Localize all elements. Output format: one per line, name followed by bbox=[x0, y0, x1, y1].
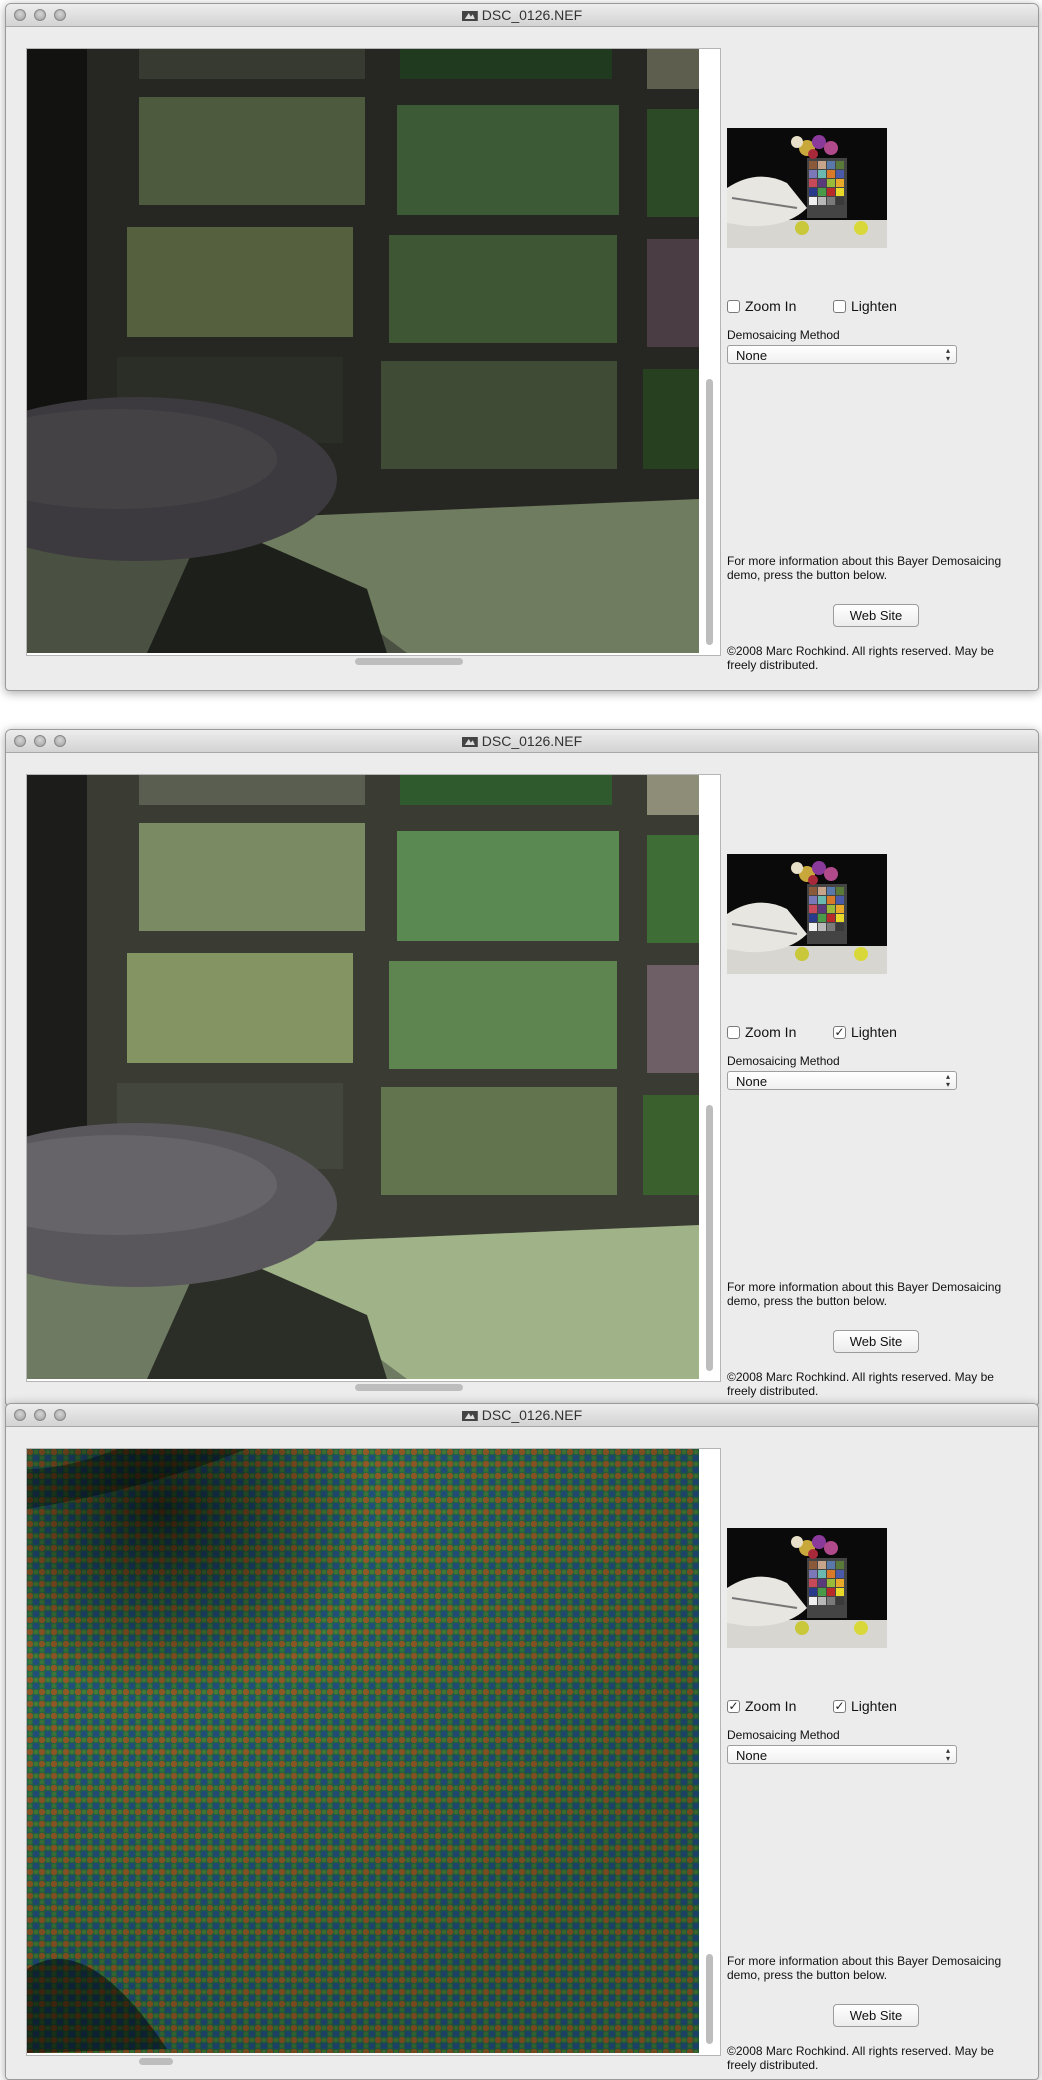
image-file-icon bbox=[461, 737, 478, 747]
zoom-in-label: Zoom In bbox=[745, 298, 797, 314]
image-thumbnail[interactable] bbox=[727, 854, 887, 974]
horizontal-scrollbar[interactable] bbox=[355, 658, 463, 665]
close-button[interactable] bbox=[14, 1409, 26, 1421]
copyright-text: ©2008 Marc Rochkind. All rights reserved… bbox=[727, 644, 994, 672]
zoom-in-label: Zoom In bbox=[745, 1698, 797, 1714]
copyright-text: ©2008 Marc Rochkind. All rights reserved… bbox=[727, 2044, 994, 2072]
zoom-in-checkbox[interactable]: ✓ Zoom In bbox=[727, 1698, 796, 1714]
minimize-button[interactable] bbox=[34, 735, 46, 747]
window-controls bbox=[14, 735, 66, 747]
window-title: DSC_0126.NEF bbox=[481, 1407, 583, 1423]
zoom-button[interactable] bbox=[54, 9, 66, 21]
raw-image bbox=[27, 775, 699, 1379]
info-text: For more information about this Bayer De… bbox=[727, 1280, 1002, 1308]
raw-image-zoomed bbox=[27, 1449, 699, 2053]
window-controls bbox=[14, 1409, 66, 1421]
image-file-icon bbox=[461, 11, 478, 21]
zoom-button[interactable] bbox=[54, 1409, 66, 1421]
window-controls bbox=[14, 9, 66, 21]
zoom-in-label: Zoom In bbox=[745, 1024, 797, 1040]
demosaicing-method-label: Demosaicing Method bbox=[727, 1728, 840, 1742]
close-button[interactable] bbox=[14, 9, 26, 21]
demosaicing-method-label: Demosaicing Method bbox=[727, 1054, 840, 1068]
demosaicing-method-select[interactable]: None ▴ ▾ bbox=[727, 1745, 957, 1764]
lighten-label: Lighten bbox=[851, 1698, 897, 1714]
control-panel: Zoom In ✓ Lighten Demosaicing Method Non… bbox=[726, 752, 1036, 1405]
demosaicing-method-label: Demosaicing Method bbox=[727, 328, 840, 342]
lighten-box[interactable]: ✓ bbox=[833, 1698, 846, 1713]
vertical-scrollbar[interactable] bbox=[706, 1105, 713, 1371]
select-arrows-icon: ▴ ▾ bbox=[945, 1072, 950, 1089]
selected-method: None bbox=[736, 348, 768, 363]
horizontal-scrollbar[interactable] bbox=[355, 1384, 463, 1391]
lighten-checkbox[interactable]: Lighten bbox=[833, 298, 897, 314]
zoom-in-box[interactable] bbox=[727, 1025, 740, 1039]
control-panel: Zoom In Lighten Demosaicing Method None … bbox=[726, 26, 1036, 690]
title-bar: DSC_0126.NEF bbox=[6, 1404, 1038, 1427]
window-title: DSC_0126.NEF bbox=[481, 7, 583, 23]
window-2: DSC_0126.NEF Zoom In ✓ Lighten Demosaici… bbox=[5, 729, 1039, 1406]
info-text: For more information about this Bayer De… bbox=[727, 554, 1002, 582]
window-3: DSC_0126.NEF ✓ Zoom In ✓ Lighten Demosai… bbox=[5, 1403, 1039, 2080]
copyright-text: ©2008 Marc Rochkind. All rights reserved… bbox=[727, 1370, 994, 1398]
vertical-scrollbar[interactable] bbox=[706, 379, 713, 645]
title-bar: DSC_0126.NEF bbox=[6, 4, 1038, 27]
lighten-box[interactable]: ✓ bbox=[833, 1024, 846, 1039]
web-site-button[interactable]: Web Site bbox=[833, 1330, 919, 1353]
raw-image bbox=[27, 49, 699, 653]
vertical-scrollbar[interactable] bbox=[706, 1954, 713, 2044]
select-arrows-icon: ▴ ▾ bbox=[945, 346, 950, 363]
minimize-button[interactable] bbox=[34, 9, 46, 21]
zoom-in-box[interactable]: ✓ bbox=[727, 1698, 740, 1713]
selected-method: None bbox=[736, 1748, 768, 1763]
web-site-button[interactable]: Web Site bbox=[833, 2004, 919, 2027]
zoom-button[interactable] bbox=[54, 735, 66, 747]
close-button[interactable] bbox=[14, 735, 26, 747]
image-view[interactable] bbox=[26, 1448, 721, 2065]
info-text: For more information about this Bayer De… bbox=[727, 1954, 1002, 1982]
window-title: DSC_0126.NEF bbox=[481, 733, 583, 749]
web-site-button[interactable]: Web Site bbox=[833, 604, 919, 627]
selected-method: None bbox=[736, 1074, 768, 1089]
control-panel: ✓ Zoom In ✓ Lighten Demosaicing Method N… bbox=[726, 1426, 1036, 2079]
checkmark-icon: ✓ bbox=[834, 1024, 845, 1039]
zoom-in-box[interactable] bbox=[727, 299, 740, 313]
lighten-checkbox[interactable]: ✓ Lighten bbox=[833, 1024, 897, 1040]
checkmark-icon: ✓ bbox=[834, 1698, 845, 1713]
demosaicing-method-select[interactable]: None ▴ ▾ bbox=[727, 1071, 957, 1090]
lighten-label: Lighten bbox=[851, 1024, 897, 1040]
window-1: DSC_0126.NEF Zoom In Lighten Demosaicing… bbox=[5, 3, 1039, 691]
checkmark-icon: ✓ bbox=[728, 1698, 739, 1713]
lighten-checkbox[interactable]: ✓ Lighten bbox=[833, 1698, 897, 1714]
demosaicing-method-select[interactable]: None ▴ ▾ bbox=[727, 345, 957, 364]
lighten-label: Lighten bbox=[851, 298, 897, 314]
image-view[interactable] bbox=[26, 774, 721, 1391]
title-bar: DSC_0126.NEF bbox=[6, 730, 1038, 753]
image-thumbnail[interactable] bbox=[727, 128, 887, 248]
minimize-button[interactable] bbox=[34, 1409, 46, 1421]
select-arrows-icon: ▴ ▾ bbox=[945, 1746, 950, 1763]
image-view[interactable] bbox=[26, 48, 721, 665]
lighten-box[interactable] bbox=[833, 299, 846, 313]
image-file-icon bbox=[461, 1411, 478, 1421]
image-thumbnail[interactable] bbox=[727, 1528, 887, 1648]
zoom-in-checkbox[interactable]: Zoom In bbox=[727, 298, 796, 314]
zoom-in-checkbox[interactable]: Zoom In bbox=[727, 1024, 796, 1040]
horizontal-scrollbar[interactable] bbox=[139, 2058, 173, 2065]
